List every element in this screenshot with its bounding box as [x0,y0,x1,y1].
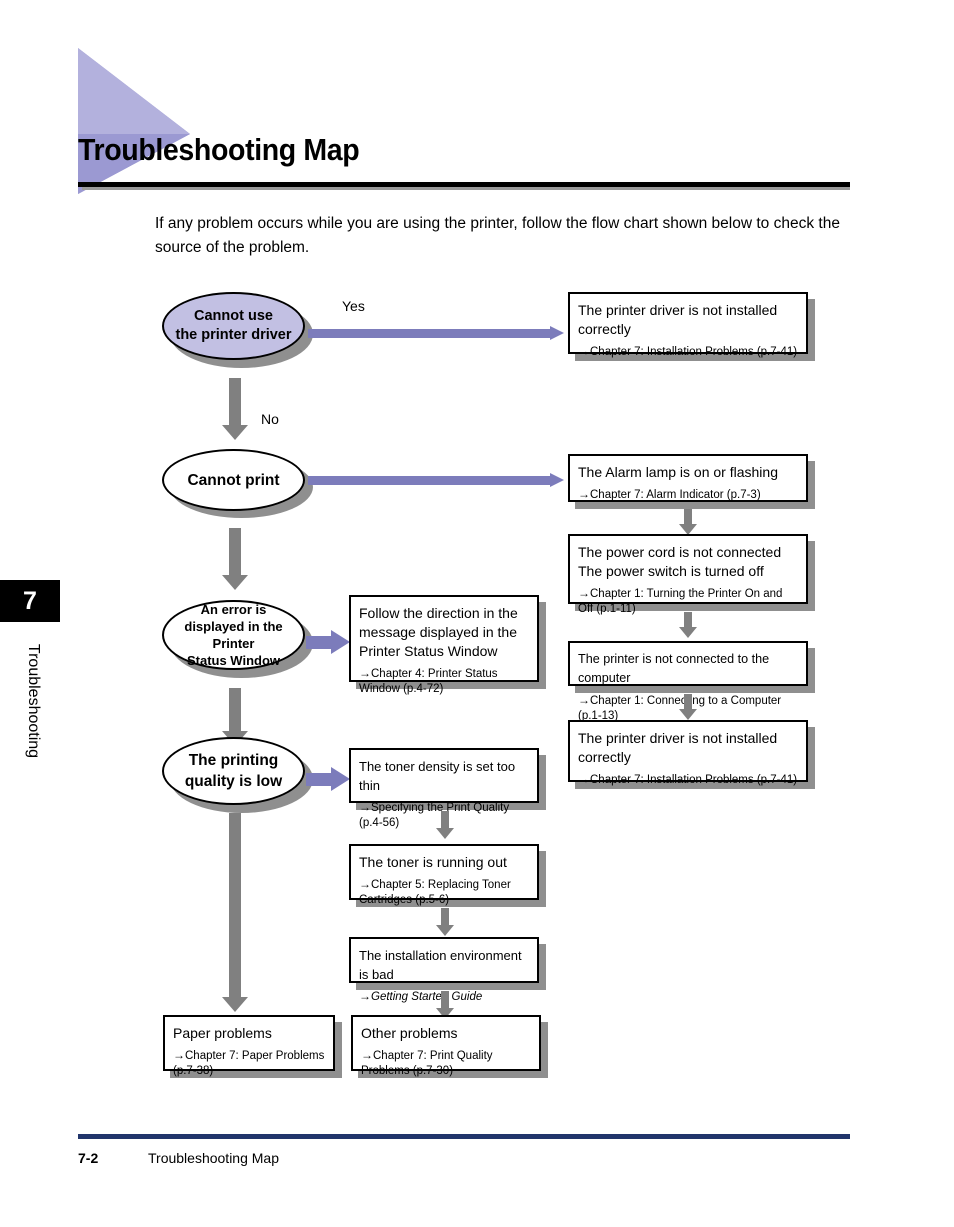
ref-arrow-icon: → [359,989,371,1003]
gray-arrow-right-col-3 [679,694,697,720]
gray-arrow-right-col-1 [679,509,697,535]
box-title: The power cord is not connected The power… [578,544,782,579]
box-reference: →Chapter 7: Installation Problems (p.7-4… [578,772,798,788]
box-reference-text: Chapter 7: Print Quality Problems (p.7-3… [361,1050,493,1077]
decision-label: The printing quality is low [184,752,283,790]
header-triangle-icon [78,48,190,194]
branch-label-yes: Yes [342,298,365,314]
box-title: The printer driver is not installed corr… [578,730,778,765]
gray-arrow-mid-col-2 [436,908,454,936]
box-title: Follow the direction in the message disp… [359,605,518,659]
box-reference: →Chapter 7: Installation Problems (p.7-4… [578,344,798,360]
ref-arrow-icon: → [361,1048,373,1062]
box-title: Paper problems [173,1025,272,1041]
decision-printing-quality-low: The printing quality is low [162,737,305,805]
ref-arrow-icon: → [578,487,590,501]
gray-arrow-mid-col-1 [436,811,454,839]
box-title: The toner is running out [359,854,507,870]
box-alarm-lamp: The Alarm lamp is on or flashing →Chapte… [568,454,808,502]
branch-label-no: No [261,411,279,427]
box-reference-text: Chapter 7: Installation Problems (p.7-41… [590,346,798,358]
box-reference-text: Chapter 1: Turning the Printer On and Of… [578,588,783,615]
box-power-cord: The power cord is not connected The power… [568,534,808,615]
box-title: The toner density is set too thin [359,759,516,793]
intro-paragraph: If any problem occurs while you are usin… [155,215,840,256]
header-rule [78,182,850,187]
box-title: The installation environment is bad [359,948,522,982]
box-title: The Alarm lamp is on or flashing [578,464,778,480]
box-reference: →Chapter 4: Printer Status Window (p.4-7… [359,666,529,697]
decision-error-displayed: An error is displayed in the Printer Statu… [162,600,305,670]
box-reference-text: Chapter 7: Alarm Indicator (p.7-3) [590,489,761,501]
footer-page-number: 7-2 [78,1150,99,1166]
box-reference-text: Chapter 7: Installation Problems (p.7-41… [590,774,798,786]
purple-arrow-printing-quality [306,767,350,791]
ref-arrow-icon: → [578,344,590,358]
decision-cannot-print: Cannot print [162,449,305,511]
purple-arrow-yes [308,326,564,340]
box-reference: →Chapter 5: Replacing Toner Cartridges (… [359,877,529,908]
box-not-connected: The printer is not connected to the comp… [568,641,808,722]
box-reference-text: Chapter 7: Paper Problems (p.7-38) [173,1050,325,1077]
gray-arrow-right-col-2 [679,612,697,638]
box-reference: →Chapter 7: Paper Problems (p.7-38) [173,1048,325,1079]
box-reference: →Chapter 7: Print Quality Problems (p.7-… [361,1048,531,1079]
ref-arrow-icon: → [578,586,590,600]
ref-arrow-icon: → [578,772,590,786]
footer-section-title: Troubleshooting Map [148,1150,280,1166]
box-title: Other problems [361,1025,458,1041]
decision-label: Cannot use the printer driver [175,308,292,343]
box-paper-problems: Paper problems →Chapter 7: Paper Problem… [163,1015,335,1077]
purple-arrow-cannot-print [308,473,564,487]
box-installation-environment: The installation environment is bad →Get… [349,937,539,1003]
footer-rule [78,1134,850,1139]
chapter-number: 7 [23,587,37,615]
gray-arrow-down-2 [222,528,248,590]
box-other-problems: Other problems →Chapter 7: Print Quality… [351,1015,541,1077]
page-title: Troubleshooting Map [78,132,360,167]
box-title: The printer driver is not installed corr… [578,302,778,337]
box-toner-density: The toner density is set too thin →Speci… [349,748,539,829]
header-rule-shadow [82,187,850,190]
gray-arrow-down-1 [222,378,248,440]
decision-label: Cannot print [187,471,280,489]
ref-arrow-icon: → [173,1048,185,1062]
box-reference-text: Getting Started Guide [371,991,483,1003]
box-driver-not-installed-2: The printer driver is not installed corr… [568,720,808,786]
purple-arrow-error-displayed [306,630,350,654]
ref-arrow-icon: → [578,693,590,707]
ref-arrow-icon: → [359,666,371,680]
box-reference: →Chapter 7: Alarm Indicator (p.7-3) [578,487,798,503]
box-follow-direction: Follow the direction in the message disp… [349,595,539,695]
document-page: Troubleshooting Map If any problem occur… [0,0,954,1227]
box-title: The printer is not connected to the comp… [578,652,770,685]
chapter-label: Troubleshooting [25,643,42,759]
decision-label: An error is displayed in the Printer Statu… [184,602,283,668]
gray-arrow-down-long [222,813,248,1012]
box-toner-running-out: The toner is running out →Chapter 5: Rep… [349,844,539,906]
box-reference-text: Chapter 5: Replacing Toner Cartridges (p… [359,879,511,906]
box-driver-not-installed-1: The printer driver is not installed corr… [568,292,808,358]
box-reference-text: Specifying the Print Quality (p.4-56) [359,802,510,829]
ref-arrow-icon: → [359,877,371,891]
decision-cannot-use-driver: Cannot use the printer driver [162,292,305,360]
ref-arrow-icon: → [359,800,371,814]
box-reference-text: Chapter 4: Printer Status Window (p.4-72… [359,668,498,695]
